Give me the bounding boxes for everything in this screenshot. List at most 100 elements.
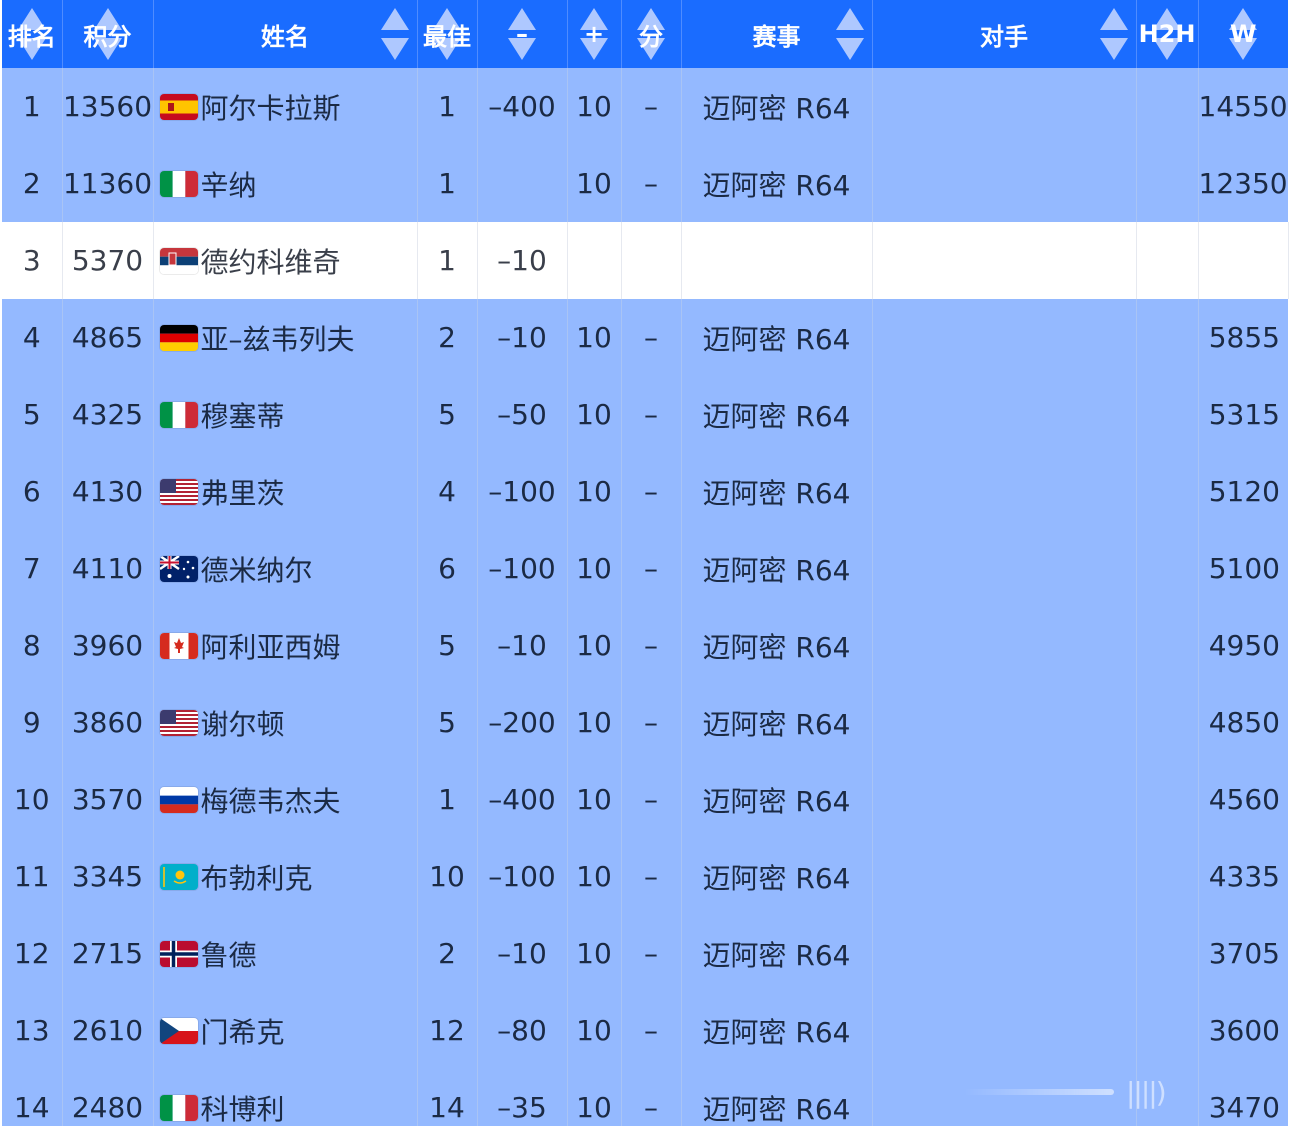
cell-player: 鲁德 (153, 915, 418, 992)
cell-best: 12 (417, 992, 478, 1069)
table-row[interactable]: 3 5370 德约科维奇 1 –10 (2, 222, 1289, 299)
cell-player: 梅德韦杰夫 (153, 761, 418, 838)
cell-minus: –400 (477, 761, 568, 838)
cell-player: 门希克 (153, 992, 418, 1069)
cell-w: 5855 (1198, 299, 1288, 376)
cell-minus (477, 145, 568, 222)
cell-plus: 10 (567, 1069, 622, 1126)
table-row[interactable]: 8 3960 阿利亚西姆 5 –10 10– 迈阿密 R64 4950 (2, 607, 1288, 684)
column-header-label: 积分 (83, 22, 132, 51)
column-header-label: – (516, 20, 528, 48)
cell-event: 迈阿密 R64 (681, 607, 873, 684)
italy-flag-icon (159, 170, 198, 197)
cell-best: 6 (417, 530, 478, 607)
cell-minus: –400 (477, 68, 568, 145)
column-header-w[interactable]: W (1198, 0, 1288, 68)
cell-rank: 3 (2, 222, 63, 299)
italy-flag-icon (159, 1094, 198, 1121)
player-name: 辛纳 (200, 168, 257, 202)
cell-opponent (872, 222, 1137, 299)
cell-h2h (1136, 761, 1199, 838)
table-row[interactable]: 6 4130 弗里茨 4 –100 10– 迈阿密 R64 5120 (2, 453, 1288, 530)
cell-h2h (1136, 145, 1199, 222)
player-name: 门希克 (200, 1015, 285, 1049)
column-header-label: + (583, 20, 605, 48)
cell-w: 5120 (1198, 453, 1288, 530)
cell-player: 弗里茨 (153, 453, 418, 530)
column-header-points[interactable]: 积分 (62, 0, 154, 68)
cell-best: 2 (417, 299, 478, 376)
cell-plus: 10 (567, 607, 622, 684)
cell-rank: 2 (2, 145, 63, 222)
cell-player: 辛纳 (153, 145, 418, 222)
cell-h2h (1136, 992, 1199, 1069)
cell-h2h (1136, 376, 1199, 453)
cell-player: 亚–兹韦列夫 (153, 299, 418, 376)
cell-fen: – (621, 1069, 682, 1126)
cell-plus: 10 (567, 684, 622, 761)
cell-player: 德约科维奇 (153, 222, 418, 299)
column-header-plus[interactable]: + (567, 0, 622, 68)
table-row[interactable]: 9 3860 谢尔顿 5 –200 10– 迈阿密 R64 4850 (2, 684, 1288, 761)
column-header-h2h[interactable]: H2H (1136, 0, 1199, 68)
cell-best: 5 (417, 684, 478, 761)
watermark-logo-icon: ||||) (1126, 1075, 1167, 1109)
cell-plus: 10 (567, 761, 622, 838)
player-name: 科博利 (200, 1092, 285, 1126)
cell-minus: –100 (477, 530, 568, 607)
table-row[interactable]: 10 3570 梅德韦杰夫 1 –400 10– 迈阿密 R64 4560 (2, 761, 1288, 838)
cell-points: 2480 (62, 1069, 154, 1126)
cell-player: 德米纳尔 (153, 530, 418, 607)
column-header-fen[interactable]: 分 (621, 0, 682, 68)
player-name: 布勃利克 (200, 861, 313, 895)
cell-plus: 10 (567, 299, 622, 376)
cell-w: 5315 (1198, 376, 1288, 453)
cell-rank: 14 (2, 1069, 63, 1126)
cell-w: 4560 (1198, 761, 1288, 838)
player-name: 亚–兹韦列夫 (200, 322, 355, 356)
column-header-best[interactable]: 最佳 (417, 0, 478, 68)
cell-w: 5100 (1198, 530, 1288, 607)
table-row[interactable]: 11 3345 布勃利克 10 –100 10– 迈阿密 R64 4335 (2, 838, 1288, 915)
cell-minus: –100 (477, 453, 568, 530)
table-row[interactable]: 1 13560 阿尔卡拉斯 1 –400 10– 迈阿密 R64 14550 (2, 68, 1288, 145)
table-row[interactable]: 5 4325 穆塞蒂 5 –50 10– 迈阿密 R64 5315 (2, 376, 1288, 453)
rankings-page: 排名 积分 姓名 最佳 – + 分 赛事 对手 H2H W 1 13560 阿尔… (0, 0, 1290, 1126)
cell-player: 穆塞蒂 (153, 376, 418, 453)
table-row[interactable]: 2 11360 辛纳 1 10– 迈阿密 R64 12350 (2, 145, 1288, 222)
column-header-name[interactable]: 姓名 (153, 0, 418, 68)
cell-plus: 10 (567, 68, 622, 145)
cell-plus: 10 (567, 915, 622, 992)
canada-flag-icon (159, 632, 198, 659)
table-row[interactable]: 13 2610 门希克 12 –80 10– 迈阿密 R64 3600 (2, 992, 1288, 1069)
column-header-minus[interactable]: – (477, 0, 568, 68)
table-row[interactable]: 12 2715 鲁德 2 –10 10– 迈阿密 R64 3705 (2, 915, 1288, 992)
cell-event: 迈阿密 R64 (681, 838, 873, 915)
table-row[interactable]: 7 4110 德米纳尔 6 –100 10– 迈阿密 R64 5100 (2, 530, 1288, 607)
cell-rank: 13 (2, 992, 63, 1069)
column-header-opponent[interactable]: 对手 (872, 0, 1137, 68)
italy-flag-icon (159, 401, 198, 428)
serbia-flag-icon (159, 247, 198, 274)
czech-flag-icon (159, 1017, 198, 1044)
cell-h2h (1136, 838, 1199, 915)
cell-minus: –100 (477, 838, 568, 915)
germany-flag-icon (159, 324, 198, 351)
kazakhstan-flag-icon (159, 863, 198, 890)
cell-h2h (1136, 684, 1199, 761)
cell-minus: –35 (477, 1069, 568, 1126)
table-row[interactable]: 4 4865 亚–兹韦列夫 2 –10 10– 迈阿密 R64 5855 (2, 299, 1288, 376)
cell-plus: 10 (567, 376, 622, 453)
australia-flag-icon (159, 555, 198, 582)
cell-best: 5 (417, 607, 478, 684)
cell-minus: –10 (477, 222, 568, 299)
cell-h2h (1136, 299, 1199, 376)
column-header-event[interactable]: 赛事 (681, 0, 873, 68)
player-name: 谢尔顿 (200, 707, 285, 741)
cell-event: 迈阿密 R64 (681, 1069, 873, 1126)
cell-h2h (1136, 607, 1199, 684)
cell-plus: 10 (567, 992, 622, 1069)
column-header-rank[interactable]: 排名 (2, 0, 63, 68)
cell-rank: 10 (2, 761, 63, 838)
cell-event: 迈阿密 R64 (681, 915, 873, 992)
